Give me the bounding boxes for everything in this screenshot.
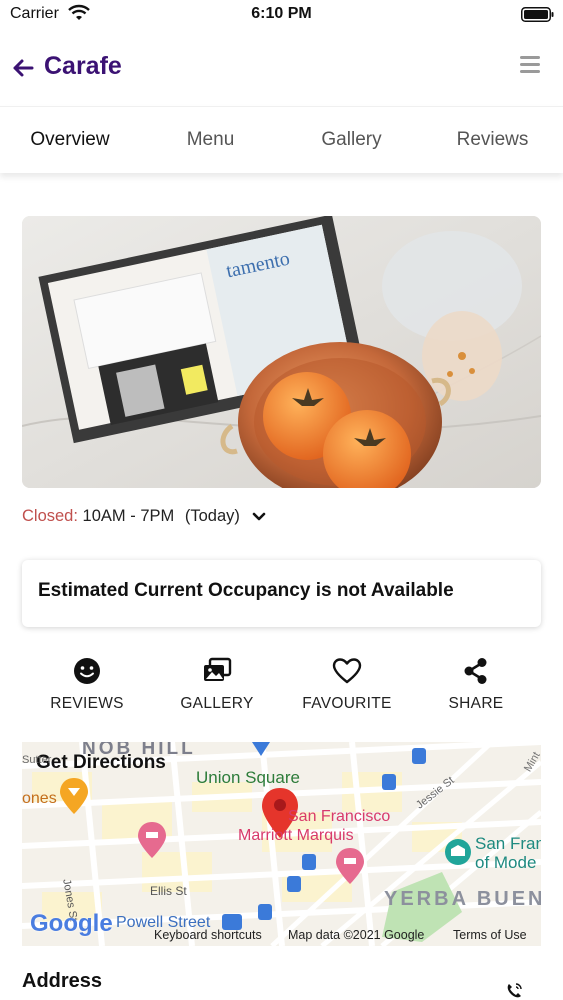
photos-icon	[204, 657, 232, 681]
occupancy-card: Estimated Current Occupancy is not Avail…	[22, 560, 541, 627]
map-label-union-square: Union Square	[196, 768, 300, 787]
chevron-down-icon[interactable]	[252, 512, 266, 522]
reviews-label: REVIEWS	[50, 695, 124, 712]
status-bar: Carrier 6:10 PM	[0, 0, 563, 30]
location-map[interactable]: Get Directions NOB HILL Sutter Union Squ…	[22, 742, 541, 946]
tab-overview[interactable]: Overview	[0, 107, 140, 173]
hours-range: 10AM - 7PM	[82, 507, 175, 525]
map-label-nob-hill: NOB HILL	[82, 742, 196, 759]
map-label-ellis-st: Ellis St	[150, 884, 187, 898]
favourite-button[interactable]: FAVOURITE	[282, 655, 412, 715]
tab-menu[interactable]: Menu	[140, 107, 281, 173]
share-icon	[464, 658, 487, 684]
tab-bar: Overview Menu Gallery Reviews	[0, 106, 563, 173]
gallery-label: GALLERY	[180, 695, 254, 712]
occupancy-text: Estimated Current Occupancy is not Avail…	[38, 580, 454, 601]
open-status: Closed:	[22, 507, 78, 525]
google-logo: Google	[30, 910, 113, 937]
action-bar: REVIEWS GALLERY FAVOURITE SHARE	[22, 655, 541, 715]
favourite-label: FAVOURITE	[302, 695, 392, 712]
address-heading: Address	[22, 970, 103, 992]
hours-day: (Today)	[184, 507, 240, 525]
hamburger-icon[interactable]	[516, 52, 544, 80]
phone-icon[interactable]	[505, 982, 523, 1000]
map-label-yerba-buena: YERBA BUEN	[384, 888, 541, 910]
terms-of-use-link[interactable]: Terms of Use	[453, 928, 527, 942]
heart-icon	[332, 658, 362, 684]
gallery-button[interactable]: GALLERY	[152, 655, 282, 715]
status-time: 6:10 PM	[251, 5, 312, 22]
restaurant-photo-art: tamento	[22, 216, 541, 488]
map-label-sfmoma-line2: of Mode	[475, 853, 537, 872]
reviews-button[interactable]: REVIEWS	[22, 655, 152, 715]
share-label: SHARE	[448, 695, 504, 712]
map-label-sutter: Sutter	[22, 754, 52, 766]
map-label-marriott-line1: San Francisco	[288, 808, 391, 825]
map-label-marriott-line2: Marriott Marquis	[238, 827, 354, 844]
share-button[interactable]: SHARE	[411, 655, 541, 715]
keyboard-shortcuts-link[interactable]: Keyboard shortcuts	[154, 928, 262, 942]
tab-gallery[interactable]: Gallery	[281, 107, 422, 173]
battery-icon	[521, 7, 554, 22]
app-header: Carafe	[0, 38, 563, 98]
map-data-credit: Map data ©2021 Google	[288, 928, 425, 942]
restaurant-photo: tamento	[22, 216, 541, 488]
page-title: Carafe	[44, 52, 122, 80]
opening-hours[interactable]: Closed: 10AM - 7PM (Today)	[22, 507, 266, 531]
arrow-left-icon[interactable]	[8, 53, 38, 83]
map-label-jones: ones	[22, 790, 57, 807]
map-label-sfmoma-line1: San Fran	[475, 834, 541, 853]
tab-reviews[interactable]: Reviews	[422, 107, 563, 173]
smiley-icon	[74, 658, 100, 684]
